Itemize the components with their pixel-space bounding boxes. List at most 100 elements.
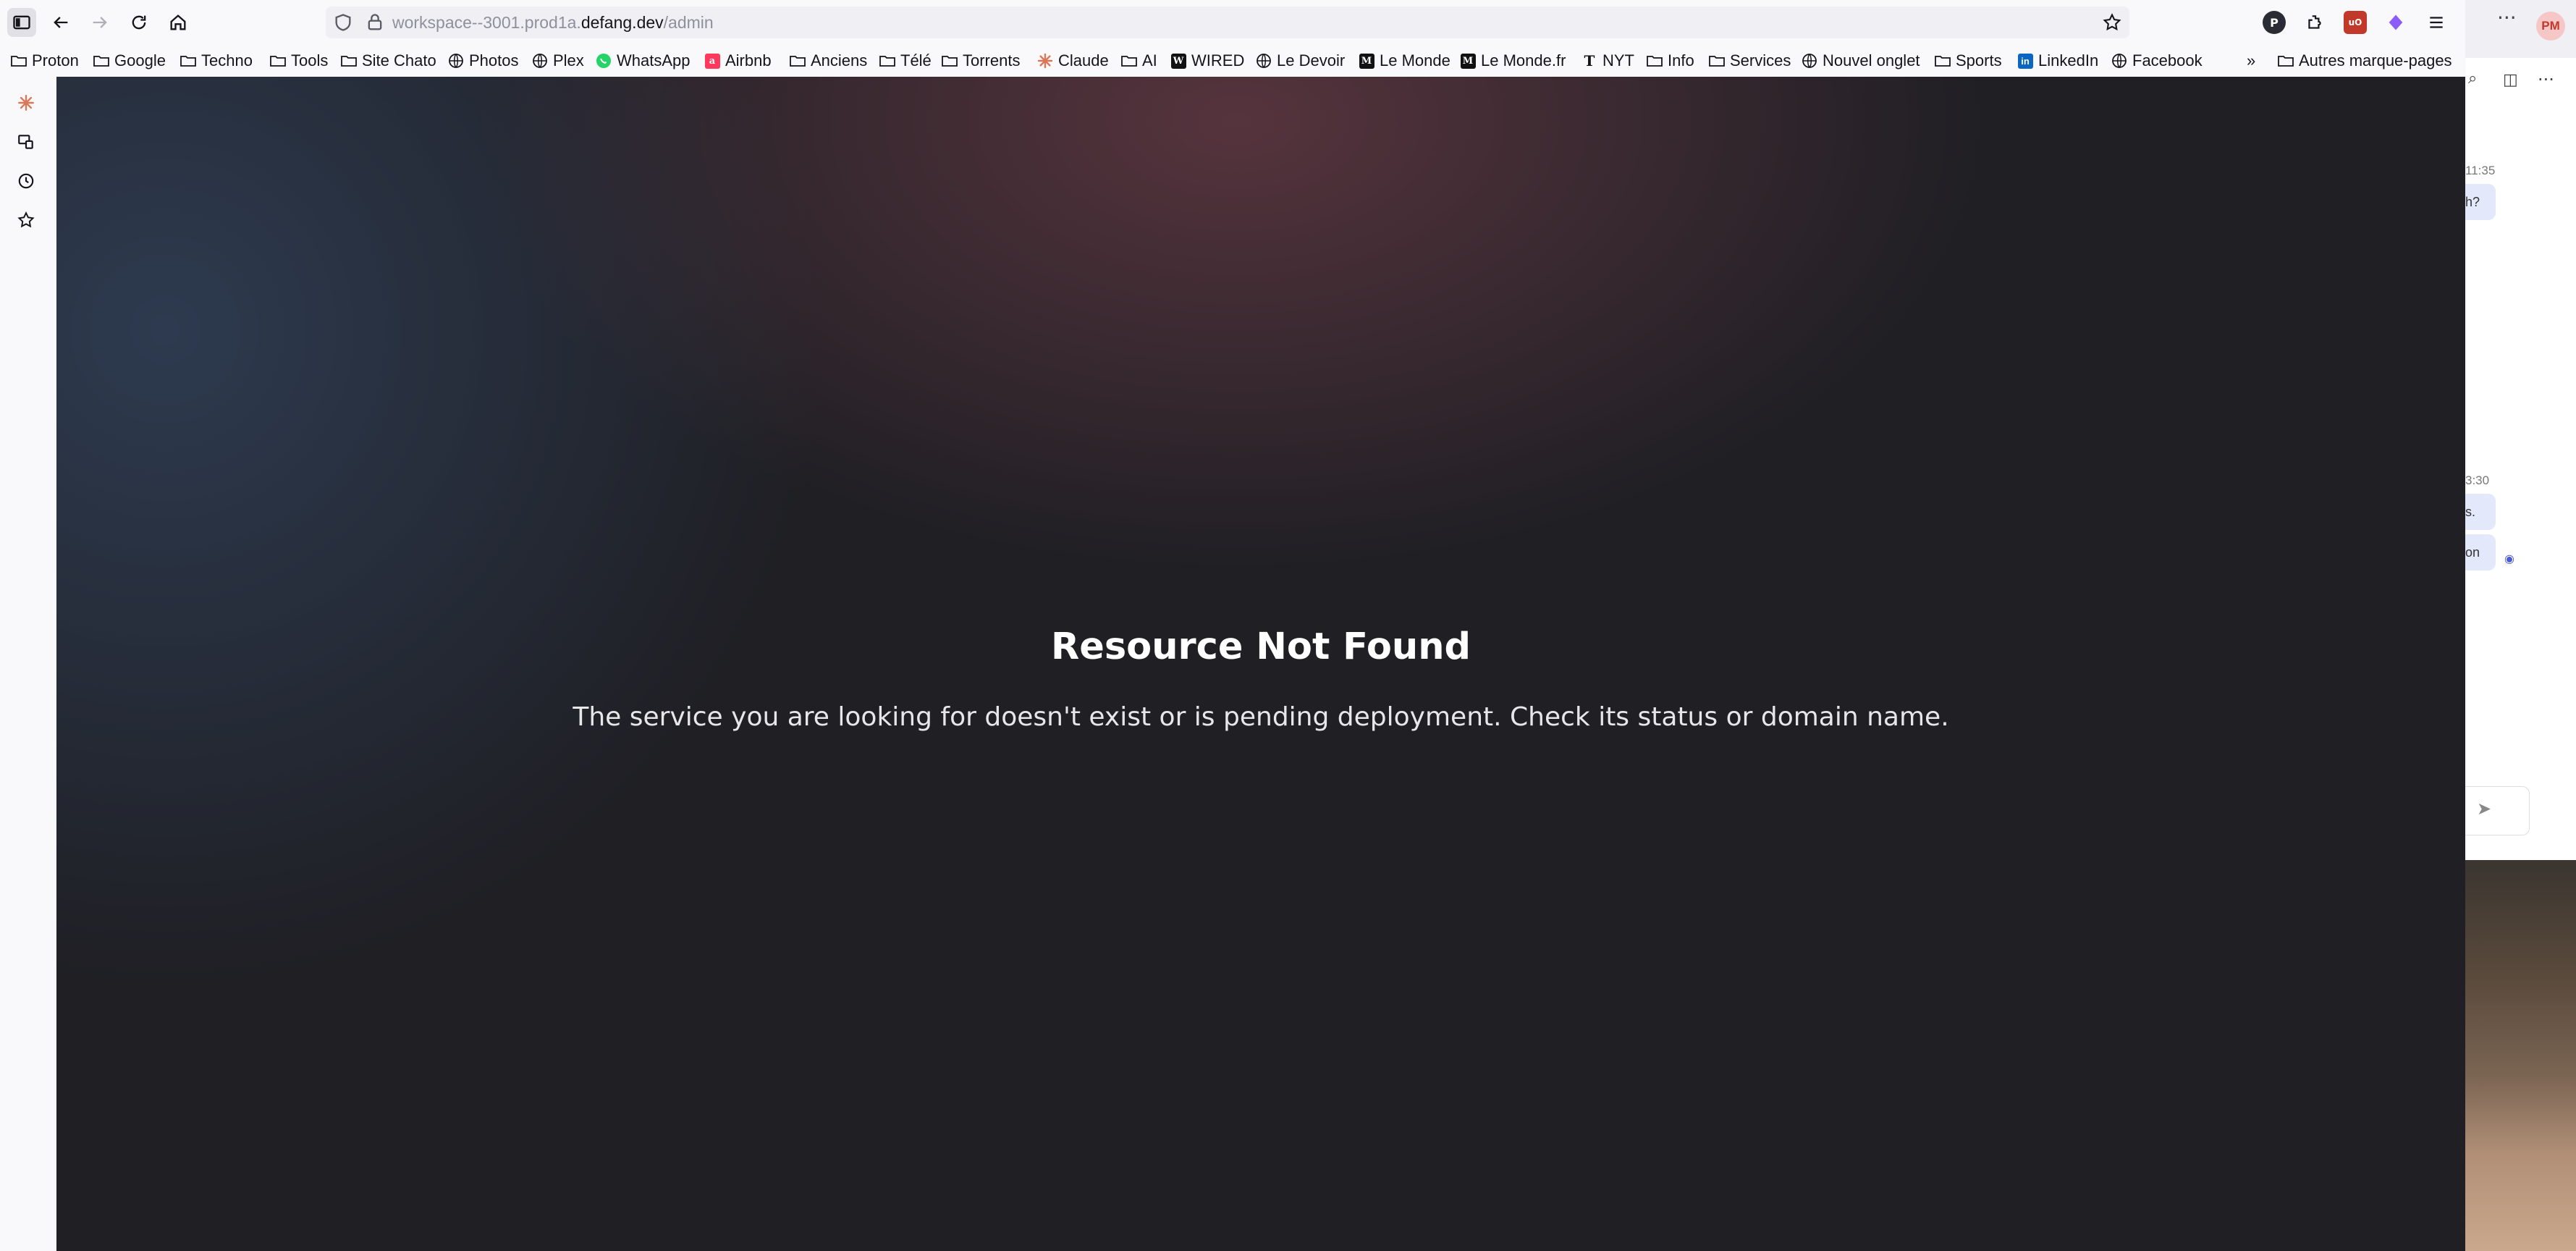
send-icon[interactable]: ➤ (2477, 799, 2491, 819)
linkedin-icon: in (2017, 52, 2034, 70)
globe-icon (1801, 52, 1818, 70)
folder-icon (10, 52, 28, 70)
address-bar[interactable]: workspace--3001.prod1a.defang.dev/admin (326, 7, 2129, 38)
chat-bubble: on (2465, 534, 2496, 570)
url-path: /admin (663, 13, 714, 32)
bookmark-label: Le Devoir (1277, 51, 1346, 70)
bookmark-whatsapp[interactable]: WhatsApp (595, 45, 691, 77)
bookmark-label: Plex (553, 51, 584, 70)
reload-icon (132, 15, 146, 30)
home-button[interactable] (164, 8, 193, 37)
globe-icon (1255, 52, 1272, 70)
bookmark-photos[interactable]: Photos (447, 45, 519, 77)
claude-sidebar-button[interactable] (14, 91, 38, 114)
bookmark-tools[interactable]: Tools (269, 45, 328, 77)
proton-extension-icon[interactable] (2384, 11, 2407, 34)
bookmark-linkedin[interactable]: in LinkedIn (2017, 45, 2098, 77)
bookmark-nyt[interactable]: T NYT (1581, 45, 1634, 77)
sidebar-icon (13, 15, 30, 30)
chat-bubble: h? (2465, 184, 2496, 220)
bookmarks-overflow-chevron-icon[interactable]: » (2247, 45, 2255, 77)
globe-icon (2111, 52, 2128, 70)
globe-icon (447, 52, 465, 70)
bookmark-label: Nouvel onglet (1823, 51, 1920, 70)
ublock-icon[interactable]: uO (2344, 11, 2367, 34)
extensions-puzzle-icon[interactable] (2303, 11, 2326, 34)
nyt-icon: T (1584, 52, 1595, 70)
synced-tabs-icon (18, 135, 33, 149)
hamburger-icon (2430, 17, 2443, 28)
bookmark-label: Techno (201, 51, 253, 70)
wired-icon: W (1170, 52, 1187, 70)
folder-icon (93, 52, 110, 70)
lock-icon[interactable] (365, 12, 385, 33)
bookmark-label: Facebook (2132, 51, 2203, 70)
menu-button[interactable] (2425, 11, 2448, 34)
folder-icon (180, 52, 197, 70)
bookmark-label: WIRED (1191, 51, 1245, 70)
bookmark-ai[interactable]: AI (1120, 45, 1157, 77)
bookmark-label: Anciens (811, 51, 868, 70)
bookmark-label: Proton (32, 51, 79, 70)
message-timestamp: 3:30 (2465, 473, 2490, 487)
bookmark-airbnb[interactable]: a Airbnb (704, 45, 772, 77)
url-text[interactable]: workspace--3001.prod1a.defang.dev/admin (392, 7, 714, 38)
bookmark-info[interactable]: Info (1646, 45, 1694, 77)
more-options-icon[interactable]: ··· (2497, 6, 2517, 30)
bookmark-nouvel-onglet[interactable]: Nouvel onglet (1801, 45, 1920, 77)
background-photo (2465, 860, 2576, 1251)
split-view-icon[interactable]: ◫ (2503, 71, 2518, 89)
other-bookmarks-folder[interactable]: Autres marque-pages (2277, 45, 2452, 77)
url-host: defang.dev (580, 13, 664, 32)
airbnb-icon: a (704, 52, 721, 70)
bookmark-sports[interactable]: Sports (1934, 45, 2002, 77)
bookmark-le-monde-fr[interactable]: M Le Monde.fr (1459, 45, 1566, 77)
history-button[interactable] (14, 169, 38, 193)
bookmark-label: AI (1142, 51, 1157, 70)
bookmark-claude[interactable]: Claude (1036, 45, 1109, 77)
forward-button[interactable] (85, 8, 114, 37)
folder-icon (1120, 52, 1138, 70)
url-prefix: workspace--3001.prod1a. (392, 13, 581, 32)
sidebar-toggle-button[interactable] (7, 8, 36, 37)
bookmark-facebook[interactable]: Facebook (2111, 45, 2203, 77)
folder-icon (1934, 52, 1951, 70)
error-message: The service you are looking for doesn't … (573, 702, 1949, 732)
bookmark-plex[interactable]: Plex (531, 45, 584, 77)
bookmark-techno[interactable]: Techno (180, 45, 253, 77)
extension-p-icon[interactable]: P (2263, 11, 2286, 34)
back-button[interactable] (46, 8, 75, 37)
bookmark-label: Torrents (963, 51, 1021, 70)
bookmark-proton[interactable]: Proton (10, 45, 79, 77)
bookmark-label: Airbnb (725, 51, 772, 70)
bookmark-google[interactable]: Google (93, 45, 166, 77)
bookmark-anciens[interactable]: Anciens (789, 45, 867, 77)
bookmark-t-l[interactable]: Télé (879, 45, 932, 77)
chat-bubble: s. (2465, 494, 2496, 530)
chat-more-icon[interactable]: ··· (2538, 70, 2554, 90)
synced-tabs-button[interactable] (14, 130, 38, 153)
folder-icon (1708, 52, 1726, 70)
message-input[interactable]: ➤ (2465, 786, 2530, 835)
bookmark-label: Tools (291, 51, 329, 70)
home-icon (170, 14, 186, 30)
bookmark-services[interactable]: Services (1708, 45, 1791, 77)
bookmark-label: Site Chato (362, 51, 436, 70)
shield-icon[interactable] (333, 12, 353, 33)
bookmark-label: Télé (900, 51, 932, 70)
bookmark-torrents[interactable]: Torrents (941, 45, 1020, 77)
bookmark-label: WhatsApp (617, 51, 691, 70)
bookmark-site-chato[interactable]: Site Chato (340, 45, 436, 77)
bookmark-le-monde[interactable]: M Le Monde (1358, 45, 1450, 77)
lemonde-icon: M (1459, 52, 1477, 70)
bookmark-star-icon[interactable] (2102, 12, 2122, 33)
other-bookmarks-label: Autres marque-pages (2299, 51, 2452, 70)
bookmarks-button[interactable] (14, 208, 38, 232)
avatar[interactable]: PM (2536, 12, 2565, 41)
arrow-left-icon (54, 17, 68, 28)
bookmark-label: Le Monde.fr (1481, 51, 1566, 70)
bookmark-wired[interactable]: W WIRED (1170, 45, 1244, 77)
reload-button[interactable] (124, 8, 153, 37)
search-icon[interactable]: ⌕ (2468, 70, 2477, 88)
bookmark-le-devoir[interactable]: Le Devoir (1255, 45, 1345, 77)
